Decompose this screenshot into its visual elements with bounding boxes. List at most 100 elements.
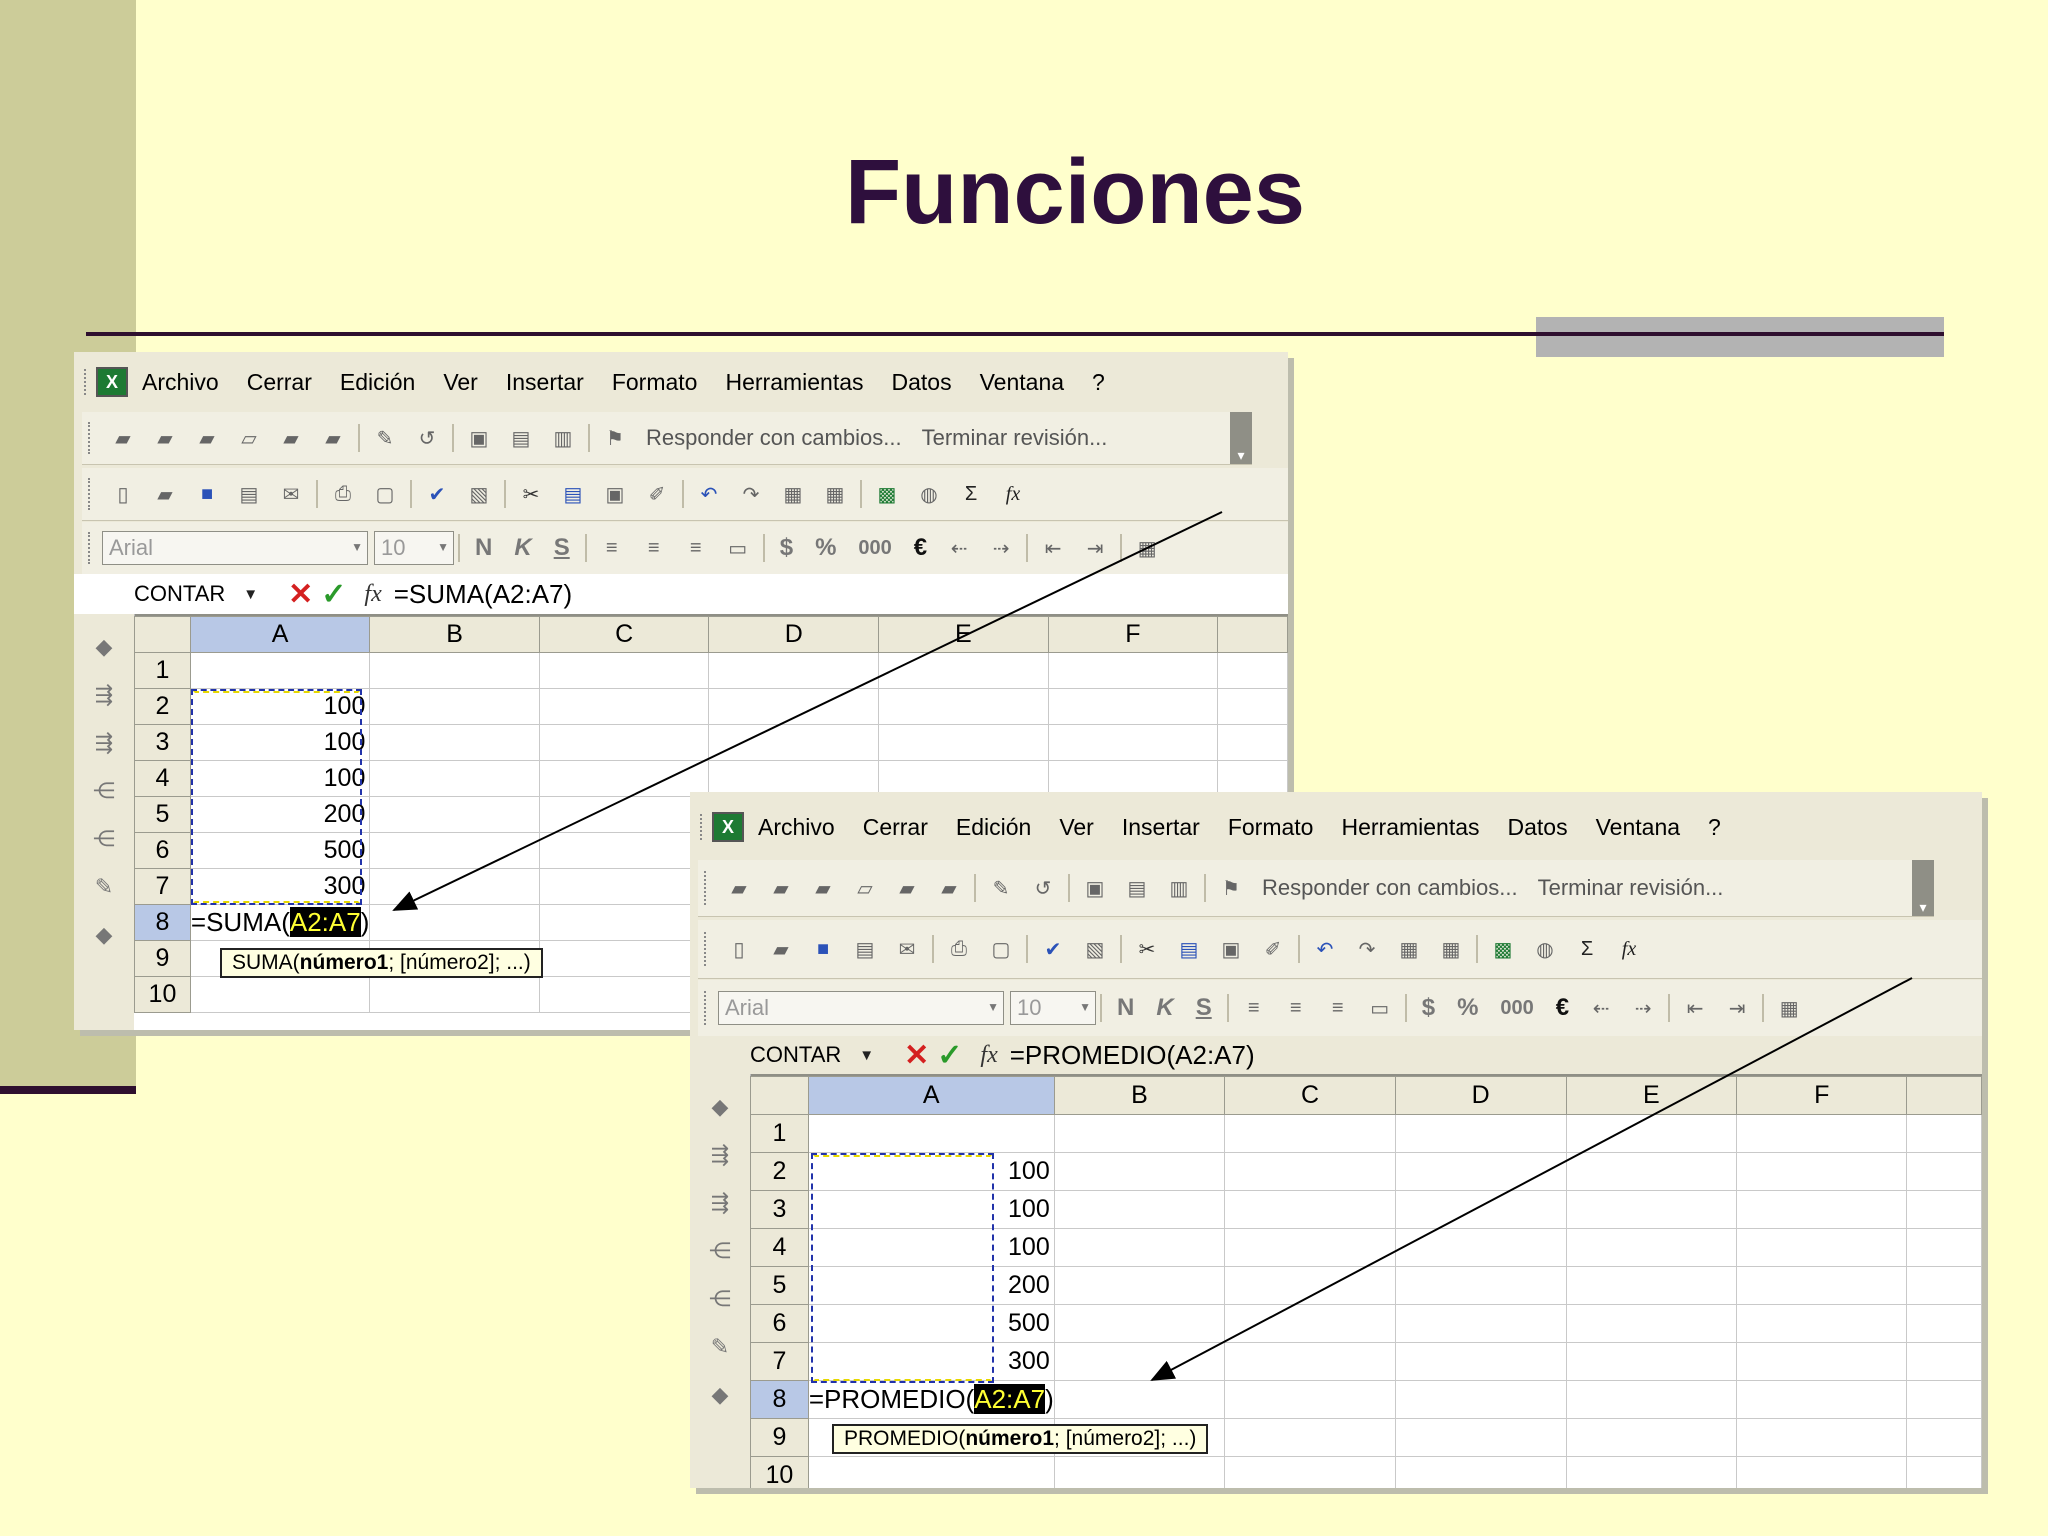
calendar-alt-icon[interactable]: ▦: [821, 481, 849, 507]
row-header[interactable]: 8: [750, 1380, 809, 1419]
cut-icon[interactable]: ✂: [517, 481, 545, 507]
align-center-icon[interactable]: ≡: [640, 535, 668, 561]
font-name-box[interactable]: Arial ▼: [102, 531, 368, 565]
menu-insertar[interactable]: Insertar: [506, 369, 584, 396]
cell[interactable]: [1394, 1304, 1567, 1343]
grip-handle[interactable]: [88, 422, 94, 454]
copy-icon[interactable]: ▤: [1175, 936, 1203, 962]
cell[interactable]: [1394, 1266, 1567, 1305]
paste-icon[interactable]: ▣: [1217, 936, 1245, 962]
grip-handle[interactable]: [704, 871, 710, 905]
cell[interactable]: [1394, 1418, 1567, 1457]
attach-icon[interactable]: ▥: [549, 425, 577, 451]
cell[interactable]: [1224, 1418, 1396, 1457]
row-header[interactable]: 6: [750, 1304, 809, 1343]
grip-handle[interactable]: [704, 991, 710, 1025]
menu-cerrar[interactable]: Cerrar: [247, 369, 312, 396]
cell[interactable]: [1565, 1114, 1738, 1153]
decrease-decimal-icon[interactable]: ⇢: [1629, 995, 1657, 1021]
menu-datos[interactable]: Datos: [1508, 814, 1568, 841]
currency-button[interactable]: $: [780, 534, 793, 562]
folder-up-icon[interactable]: ▰: [151, 425, 179, 451]
row-header[interactable]: 2: [134, 688, 191, 725]
row-header[interactable]: 3: [134, 724, 191, 761]
cell[interactable]: [1906, 1152, 1982, 1191]
menu-herramientas[interactable]: Herramientas: [1341, 814, 1479, 841]
merge-center-icon[interactable]: ▭: [724, 535, 752, 561]
undo-icon[interactable]: ↶: [695, 481, 723, 507]
clipboard-icon[interactable]: ▣: [1081, 875, 1109, 901]
active-cell[interactable]: =SUMA(A2:A7): [189, 904, 371, 941]
folder-up-icon[interactable]: ▰: [767, 875, 795, 901]
cell[interactable]: [1224, 1114, 1396, 1153]
eraser-icon[interactable]: ◆: [702, 1094, 738, 1122]
menu-insertar[interactable]: Insertar: [1122, 814, 1200, 841]
row-header[interactable]: 7: [134, 868, 191, 905]
cell[interactable]: [1047, 724, 1219, 761]
currency-button[interactable]: $: [1422, 994, 1435, 1022]
cell[interactable]: [1736, 1456, 1908, 1488]
column-header[interactable]: F: [1736, 1076, 1908, 1115]
cancel-icon[interactable]: ✕: [904, 1038, 929, 1073]
cell[interactable]: [1565, 1266, 1738, 1305]
mail-icon[interactable]: ✉: [277, 481, 305, 507]
decrease-indent-icon[interactable]: ⇤: [1039, 535, 1067, 561]
cell[interactable]: [1053, 1342, 1226, 1381]
chevron-down-icon[interactable]: ▼: [1079, 1000, 1091, 1014]
undo-icon[interactable]: ↶: [1311, 936, 1339, 962]
cell[interactable]: [1736, 1114, 1908, 1153]
cell[interactable]: [1394, 1342, 1567, 1381]
cell[interactable]: [1053, 1190, 1226, 1229]
cell[interactable]: [878, 652, 1049, 689]
insert-function-icon[interactable]: fx: [364, 581, 381, 608]
menu-ventana[interactable]: Ventana: [1596, 814, 1680, 841]
menu-herramientas[interactable]: Herramientas: [725, 369, 863, 396]
cell[interactable]: [1565, 1304, 1738, 1343]
cell[interactable]: [1736, 1380, 1908, 1419]
row-header[interactable]: 9: [134, 940, 191, 977]
permission-icon[interactable]: ▤: [235, 481, 263, 507]
format-painter-icon[interactable]: ✐: [643, 481, 671, 507]
grip-handle[interactable]: [84, 369, 90, 395]
menu-help[interactable]: ?: [1708, 814, 1721, 841]
align-left-icon[interactable]: ≡: [1240, 995, 1268, 1021]
align-left-icon[interactable]: ≡: [598, 535, 626, 561]
menu-formato[interactable]: Formato: [612, 369, 698, 396]
euro-button[interactable]: €: [914, 534, 927, 562]
column-header[interactable]: A: [189, 616, 371, 653]
eraser-icon[interactable]: ↺: [1029, 875, 1057, 901]
cell[interactable]: [1053, 1380, 1226, 1419]
calendar-alt-icon[interactable]: ▦: [1437, 936, 1465, 962]
cell[interactable]: [1565, 1380, 1738, 1419]
menu-datos[interactable]: Datos: [892, 369, 952, 396]
cell[interactable]: [538, 652, 710, 689]
toolbar-options-icon[interactable]: ▾: [1230, 412, 1252, 464]
cell[interactable]: [1217, 652, 1288, 689]
increase-decimal-icon[interactable]: ⇠: [945, 535, 973, 561]
pencil-icon[interactable]: ✎: [987, 875, 1015, 901]
align-right-icon[interactable]: ≡: [1324, 995, 1352, 1021]
cell[interactable]: [1394, 1152, 1567, 1191]
format-painter-icon[interactable]: ✐: [1259, 936, 1287, 962]
menu-ver[interactable]: Ver: [443, 369, 478, 396]
bold-button[interactable]: N: [475, 534, 492, 562]
row-header[interactable]: 10: [750, 1456, 809, 1488]
reply-with-changes-button[interactable]: Responder con cambios...: [646, 425, 902, 451]
font-name-box[interactable]: Arial ▼: [718, 991, 1004, 1025]
reply-icon[interactable]: ⚑: [1217, 875, 1245, 901]
excel-icon[interactable]: X: [712, 812, 744, 842]
select-all-corner[interactable]: [134, 616, 191, 653]
cell[interactable]: [1224, 1456, 1396, 1488]
reply-with-changes-button[interactable]: Responder con cambios...: [1262, 875, 1518, 901]
row-header[interactable]: 1: [750, 1114, 809, 1153]
chevron-down-icon[interactable]: ▼: [859, 1047, 874, 1064]
cell[interactable]: [1565, 1190, 1738, 1229]
cell[interactable]: [1224, 1266, 1396, 1305]
insert-function-icon[interactable]: fx: [999, 481, 1027, 507]
menu-edicion[interactable]: Edición: [340, 369, 415, 396]
remove-precedents-icon[interactable]: ⇶: [702, 1190, 738, 1218]
cell[interactable]: [1394, 1380, 1567, 1419]
spelling-icon[interactable]: ✔: [1039, 936, 1067, 962]
save-icon[interactable]: ■: [193, 481, 221, 507]
cell[interactable]: [1224, 1304, 1396, 1343]
